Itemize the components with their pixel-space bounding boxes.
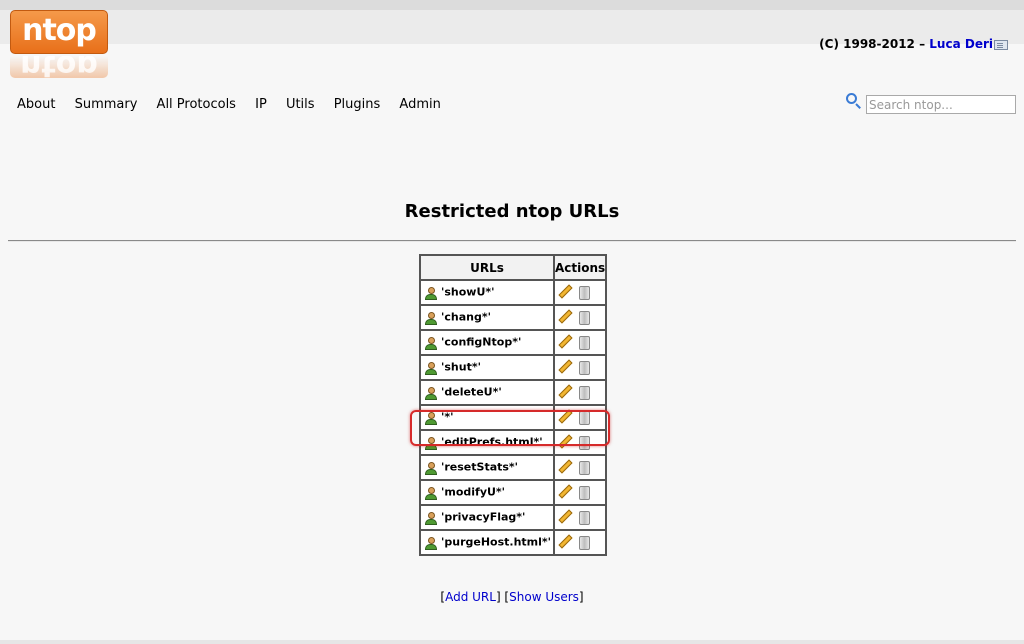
url-cell: 'resetStats*' [419,454,555,481]
user-icon [425,286,437,301]
table-row: 'shut*' [419,354,608,381]
copyright: (C) 1998-2012 – Luca Deri [819,37,1008,51]
pencil-icon[interactable] [558,359,573,374]
highlight-annotation [410,410,610,446]
main-nav: About Summary All Protocols IP Utils Plu… [17,97,456,112]
actions-cell [552,329,608,356]
table-row: 'chang*' [419,304,608,331]
pencil-icon[interactable] [558,309,573,324]
trash-icon[interactable] [579,385,590,400]
table-row: 'resetStats*' [419,454,608,481]
bottom-border [0,640,1024,644]
user-icon [425,336,437,351]
nav-ip[interactable]: IP [255,97,267,112]
table-row: 'modifyU*' [419,479,608,506]
trash-icon[interactable] [579,535,590,550]
trash-icon[interactable] [579,460,590,475]
search-icon[interactable] [846,93,857,104]
url-pattern: 'purgeHost.html*' [441,535,552,548]
url-pattern: 'shut*' [441,360,481,373]
table-row: 'configNtop*' [419,329,608,356]
restricted-urls-table: URLs Actions 'showU*' 'chang*' 'configNtop… [419,254,608,556]
trash-icon[interactable] [579,360,590,375]
user-icon [425,486,437,501]
bracket-separator: ] [ [495,590,510,604]
trash-icon[interactable] [579,285,590,300]
pencil-icon[interactable] [558,484,573,499]
table-row: 'privacyFlag*' [419,504,608,531]
actions-cell [552,379,608,406]
user-icon [425,511,437,526]
actions-cell [552,529,608,556]
nav-all-protocols[interactable]: All Protocols [157,97,236,112]
actions-cell [552,354,608,381]
url-cell: 'privacyFlag*' [419,504,555,531]
footer-links: [Add URL] [Show Users] [0,590,1024,604]
url-pattern: 'showU*' [441,285,495,298]
trash-icon[interactable] [579,335,590,350]
trash-icon[interactable] [579,510,590,525]
copyright-text: (C) 1998-2012 – [819,37,926,51]
actions-cell [552,279,608,306]
page-title: Restricted ntop URLs [404,201,620,222]
url-cell: 'purgeHost.html*' [419,529,555,556]
trash-icon[interactable] [579,310,590,325]
pencil-icon[interactable] [558,534,573,549]
user-icon [425,386,437,401]
actions-cell [552,454,608,481]
user-icon [425,536,437,551]
user-icon [425,461,437,476]
nav-admin[interactable]: Admin [399,97,440,112]
url-pattern: 'resetStats*' [441,460,519,473]
search-input[interactable] [866,95,1016,114]
trash-icon[interactable] [579,485,590,500]
show-users-link[interactable]: Show Users [509,590,579,604]
url-cell: 'showU*' [419,279,555,306]
nav-utils[interactable]: Utils [286,97,315,112]
url-cell: 'modifyU*' [419,479,555,506]
bracket-close: ] [578,590,584,604]
nav-plugins[interactable]: Plugins [334,97,381,112]
pencil-icon[interactable] [558,284,573,299]
url-pattern: 'chang*' [441,310,491,323]
pencil-icon[interactable] [558,509,573,524]
url-cell: 'configNtop*' [419,329,555,356]
actions-cell [552,504,608,531]
url-pattern: 'modifyU*' [441,485,506,498]
table-row: 'purgeHost.html*' [419,529,608,556]
column-header-urls: URLs [419,254,555,281]
add-url-link[interactable]: Add URL [445,590,496,604]
divider [8,240,1016,242]
table-row: 'deleteU*' [419,379,608,406]
top-strip [0,0,1024,10]
url-pattern: 'configNtop*' [441,335,522,348]
user-icon [425,361,437,376]
pencil-icon[interactable] [558,334,573,349]
actions-cell [552,479,608,506]
pencil-icon[interactable] [558,384,573,399]
url-cell: 'deleteU*' [419,379,555,406]
mail-icon[interactable] [994,39,1008,50]
nav-summary[interactable]: Summary [75,97,138,112]
column-header-actions: Actions [552,254,608,281]
url-pattern: 'deleteU*' [441,385,502,398]
actions-cell [552,304,608,331]
author-link[interactable]: Luca Deri [929,37,993,51]
nav-about[interactable]: About [17,97,55,112]
user-icon [425,311,437,326]
ntop-logo[interactable]: ntop [10,10,108,54]
url-cell: 'chang*' [419,304,555,331]
ntop-logo-reflection: ntop [10,56,108,78]
pencil-icon[interactable] [558,459,573,474]
url-pattern: 'privacyFlag*' [441,510,526,523]
url-cell: 'shut*' [419,354,555,381]
table-row: 'showU*' [419,279,608,306]
